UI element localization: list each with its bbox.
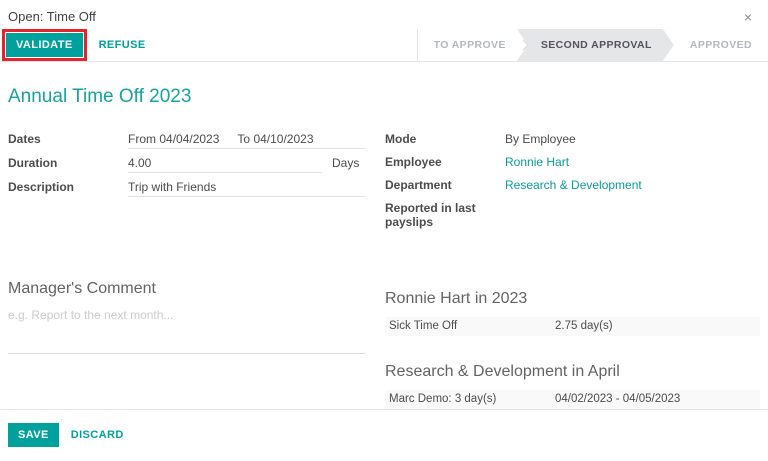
duration-input[interactable]: 4.00 [128, 156, 322, 173]
toolbar-actions: VALIDATE REFUSE [0, 29, 146, 61]
summary-row-label: Marc Demo: 3 day(s) [389, 393, 555, 405]
lower-section: Manager's Comment Ronnie Hart in 2023 Si… [8, 280, 760, 409]
department-link[interactable]: Research & Development [505, 178, 760, 194]
form-left-column: Dates From 04/04/2023 To 04/10/2023 Durat… [8, 132, 365, 236]
department-summary-block: Research & Development in April Marc Dem… [385, 363, 760, 409]
stage-approved[interactable]: APPROVED [674, 29, 768, 61]
summary-row: Marc Demo: 3 day(s) 04/02/2023 - 04/05/2… [385, 390, 760, 409]
date-from-input[interactable]: 04/04/2023 [159, 132, 219, 146]
annotation-highlight-box: VALIDATE [2, 29, 87, 61]
stage-to-approve[interactable]: TO APPROVE [418, 29, 522, 61]
field-label-department: Department [385, 178, 505, 192]
summary-row-label: Sick Time Off [389, 320, 555, 332]
stage-second-approval[interactable]: SECOND APPROVAL [517, 29, 674, 61]
manager-comment-input[interactable] [8, 308, 365, 354]
manager-comment-section: Manager's Comment [8, 280, 365, 409]
field-label-mode: Mode [385, 132, 505, 146]
summary-row: Sick Time Off 2.75 day(s) [385, 317, 760, 336]
save-button[interactable]: SAVE [8, 423, 59, 447]
date-to-label: To [237, 132, 250, 146]
form-fields: Dates From 04/04/2023 To 04/10/2023 Durat… [8, 132, 760, 236]
manager-comment-title: Manager's Comment [8, 280, 365, 298]
time-off-modal: Open: Time Off × VALIDATE REFUSE TO APPR… [0, 0, 768, 445]
summaries-panel: Ronnie Hart in 2023 Sick Time Off 2.75 d… [365, 280, 760, 409]
field-duration: Duration 4.00 Days [8, 156, 365, 173]
statusbar: TO APPROVE SECOND APPROVAL APPROVED [417, 29, 768, 61]
field-label-reported: Reported in last payslips [385, 201, 505, 229]
field-label-employee: Employee [385, 155, 505, 169]
employee-summary-title: Ronnie Hart in 2023 [385, 290, 760, 308]
modal-footer: SAVE DISCARD [0, 409, 768, 461]
field-label-duration: Duration [8, 156, 128, 170]
modal-title: Open: Time Off [8, 9, 96, 24]
refuse-button[interactable]: REFUSE [99, 39, 146, 51]
field-label-dates: Dates [8, 132, 128, 146]
date-from-label: From [128, 132, 156, 146]
duration-unit: Days [332, 156, 359, 170]
validate-button[interactable]: VALIDATE [6, 33, 83, 57]
mode-value: By Employee [505, 132, 760, 148]
employee-link[interactable]: Ronnie Hart [505, 155, 760, 171]
department-summary-title: Research & Development in April [385, 363, 760, 381]
field-dates: Dates From 04/04/2023 To 04/10/2023 [8, 132, 365, 149]
dates-value: From 04/04/2023 To 04/10/2023 [128, 132, 365, 149]
form-right-column: Mode By Employee Employee Ronnie Hart De… [365, 132, 760, 236]
form-sheet: Annual Time Off 2023 Dates From 04/04/20… [0, 62, 768, 409]
modal-header: Open: Time Off × [0, 0, 768, 29]
discard-button[interactable]: DISCARD [71, 429, 124, 441]
close-icon[interactable]: × [740, 9, 756, 25]
field-description: Description Trip with Friends [8, 180, 365, 197]
statusbar-toolbar: VALIDATE REFUSE TO APPROVE SECOND APPROV… [0, 29, 768, 62]
description-input[interactable]: Trip with Friends [128, 180, 365, 197]
summary-row-value: 2.75 day(s) [555, 320, 756, 332]
field-employee: Employee Ronnie Hart [385, 155, 760, 171]
summary-row-value: 04/02/2023 - 04/05/2023 [555, 393, 756, 405]
employee-summary-block: Ronnie Hart in 2023 Sick Time Off 2.75 d… [385, 290, 760, 336]
field-reported-payslips: Reported in last payslips [385, 201, 760, 229]
date-to-input[interactable]: 04/10/2023 [253, 132, 313, 146]
field-mode: Mode By Employee [385, 132, 760, 148]
field-label-description: Description [8, 180, 128, 194]
record-title: Annual Time Off 2023 [8, 86, 760, 108]
field-department: Department Research & Development [385, 178, 760, 194]
